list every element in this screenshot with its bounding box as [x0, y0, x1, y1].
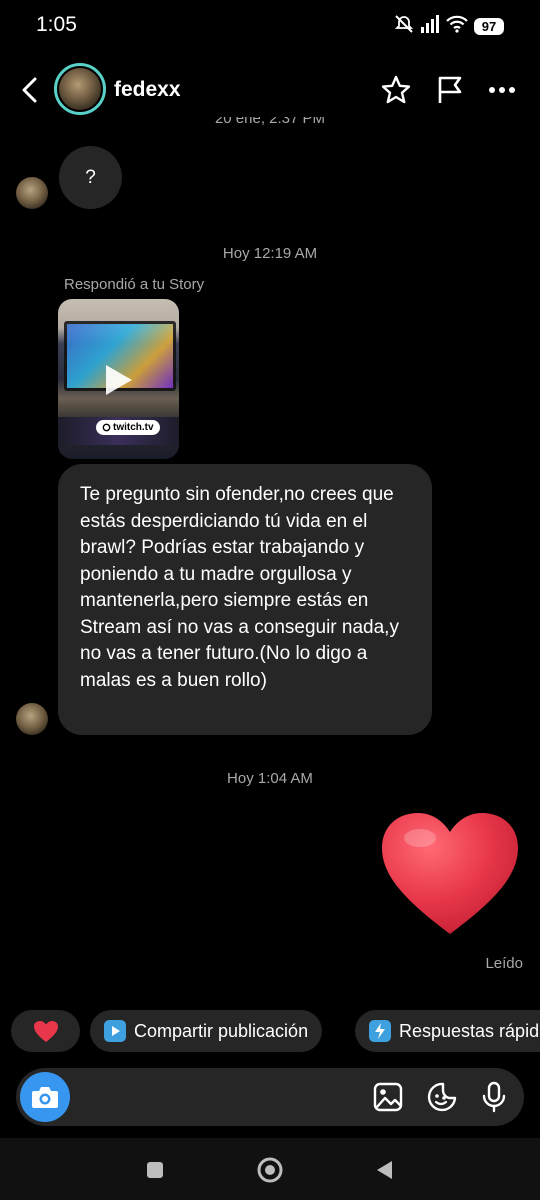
flag-icon	[438, 76, 462, 103]
star-icon	[381, 75, 411, 104]
image-icon	[373, 1082, 403, 1112]
battery-indicator: 97	[474, 18, 504, 35]
star-button[interactable]	[378, 72, 414, 108]
timestamp: Hoy 12:19 AM	[222, 245, 318, 262]
lightning-icon	[369, 1020, 391, 1042]
wifi-icon	[446, 15, 468, 38]
timestamp: 20 ene, 2:37 PM	[214, 117, 326, 127]
link-icon	[102, 423, 111, 432]
chat-header: fedexx	[0, 58, 540, 122]
quick-actions-bar: Compartir publicación Respuestas rápidas	[0, 1010, 540, 1054]
camera-button[interactable]	[20, 1072, 70, 1122]
voice-button[interactable]	[476, 1079, 512, 1115]
message-bubble[interactable]: ?	[59, 146, 122, 209]
quick-replies-button[interactable]: Respuestas rápidas	[355, 1010, 540, 1052]
microphone-icon	[482, 1081, 506, 1113]
camera-icon	[32, 1087, 58, 1108]
flag-button[interactable]	[432, 72, 468, 108]
mute-icon	[394, 14, 414, 39]
more-icon	[489, 87, 515, 93]
gallery-button[interactable]	[370, 1079, 406, 1115]
message-bubble[interactable]: Te pregunto sin ofender,no crees que est…	[58, 464, 432, 735]
more-options-button[interactable]	[484, 72, 520, 108]
heart-icon	[33, 1020, 58, 1042]
sender-avatar[interactable]	[16, 177, 48, 209]
twitch-badge: twitch.tv	[96, 420, 160, 435]
status-bar: 1:05 97	[0, 0, 540, 52]
chevron-left-icon	[22, 77, 37, 103]
triangle-back-icon	[377, 1161, 392, 1179]
sticker-button[interactable]	[424, 1079, 460, 1115]
sticker-icon	[427, 1082, 457, 1112]
seen-indicator: Leído	[485, 955, 523, 972]
home-button[interactable]	[254, 1154, 286, 1186]
back-button[interactable]	[14, 72, 46, 108]
username[interactable]: fedexx	[114, 78, 181, 102]
message-input[interactable]	[80, 1082, 360, 1112]
circle-icon	[257, 1157, 283, 1183]
heart-icon	[382, 813, 518, 934]
timestamp: Hoy 1:04 AM	[227, 770, 313, 787]
system-back-button[interactable]	[368, 1154, 400, 1186]
sender-avatar[interactable]	[16, 703, 48, 735]
play-square-icon	[104, 1020, 126, 1042]
square-icon	[147, 1162, 163, 1178]
share-post-button[interactable]: Compartir publicación	[90, 1010, 323, 1052]
message-composer	[16, 1068, 524, 1126]
play-icon	[106, 365, 132, 395]
system-nav-bar	[0, 1138, 540, 1200]
story-thumbnail[interactable]: twitch.tv	[58, 299, 179, 459]
avatar[interactable]	[54, 63, 106, 115]
heart-message[interactable]	[380, 812, 520, 936]
signal-icon	[420, 15, 440, 38]
heart-quick-button[interactable]	[11, 1010, 80, 1052]
story-reply-label: Respondió a tu Story	[64, 276, 205, 293]
recents-button[interactable]	[139, 1154, 171, 1186]
status-time: 1:05	[36, 13, 77, 36]
